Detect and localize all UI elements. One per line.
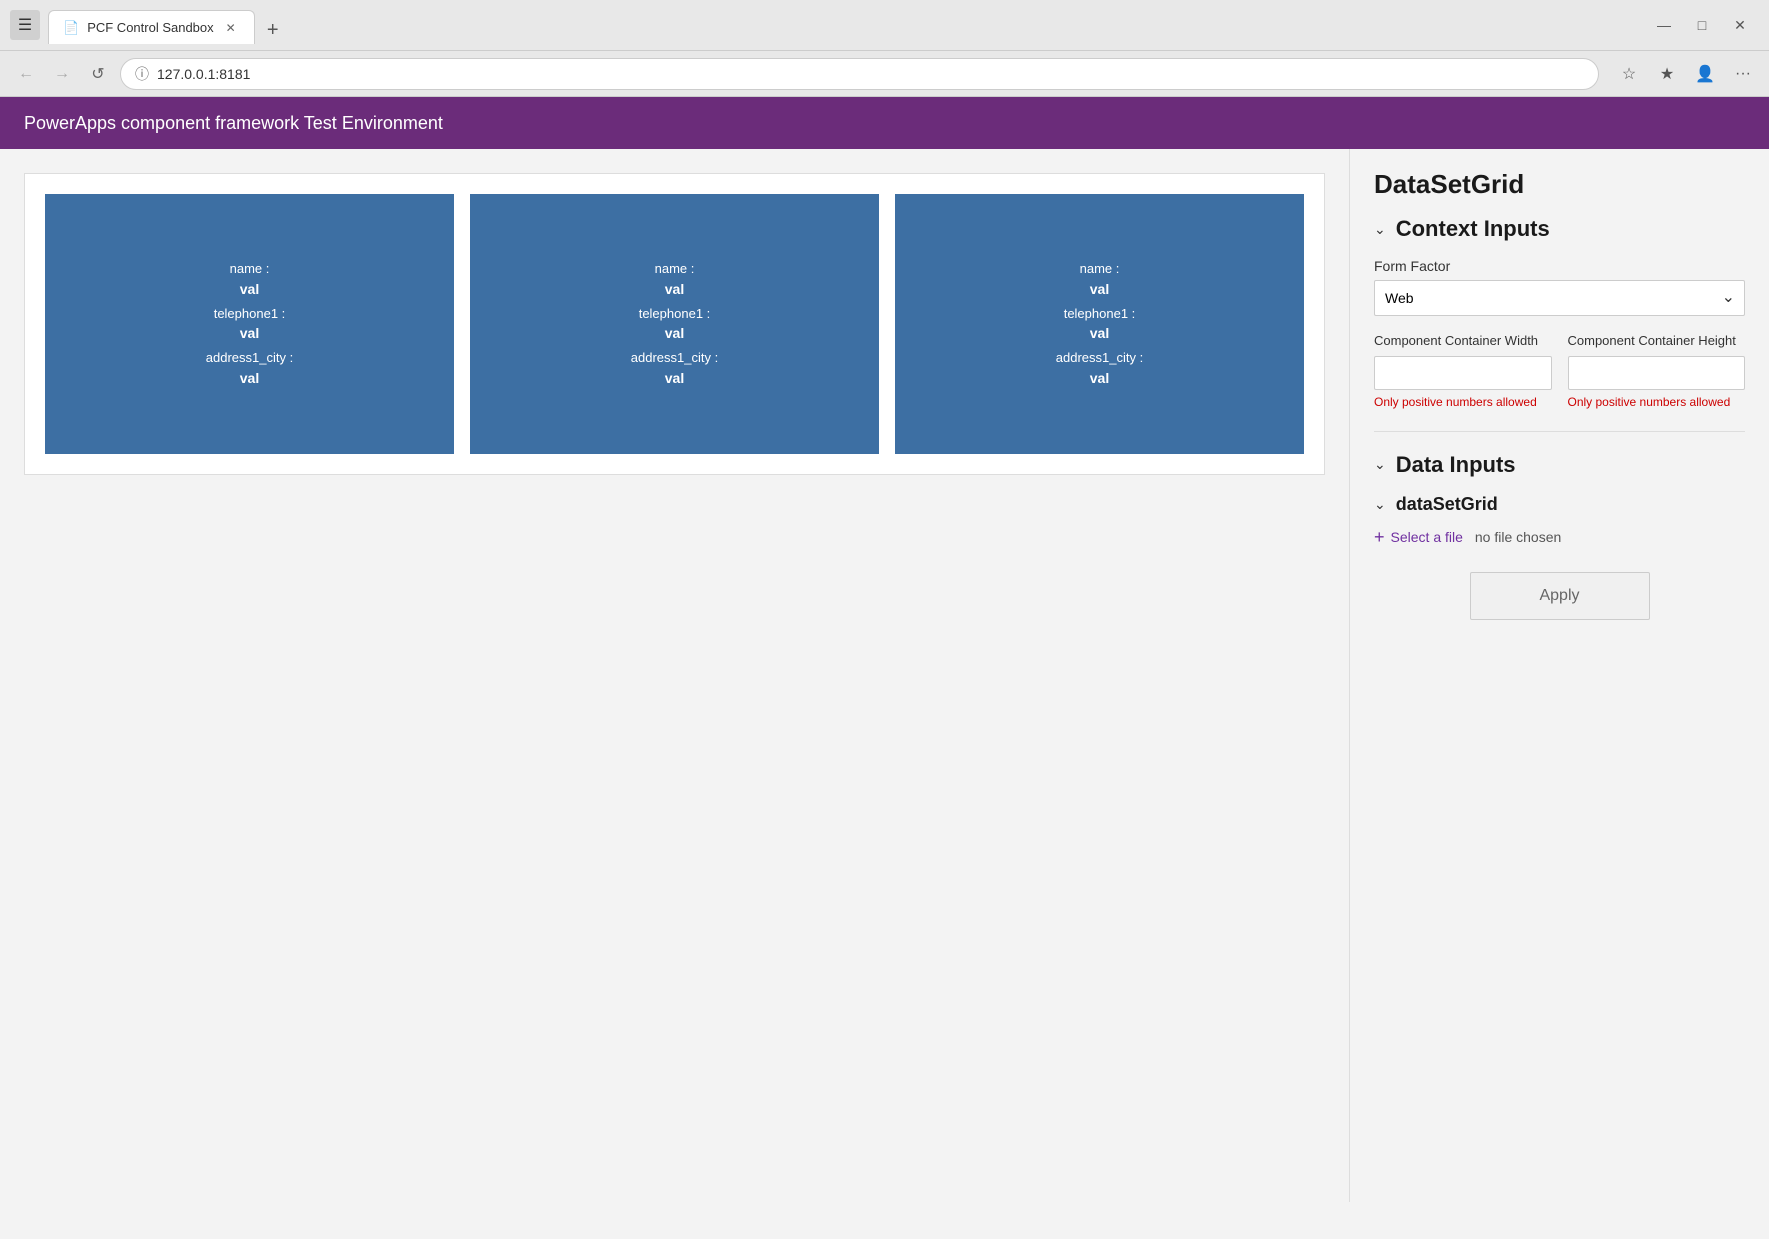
nav-bar: ← → ↺ ⓘ 127.0.0.1:8181 ☆ ★ 👤 ··· [0,51,1769,97]
component-container: name : val telephone1 : val address1_cit… [24,173,1325,475]
field-phone-label-3: telephone1 : [1064,304,1136,324]
container-height-label: Component Container Height [1568,332,1746,350]
dataset-label: dataSetGrid [1396,494,1498,515]
tab-label: PCF Control Sandbox [87,20,213,35]
field-phone-value-1: val [214,323,286,344]
new-tab-button[interactable]: + [259,16,287,44]
left-panel: name : val telephone1 : val address1_cit… [0,149,1349,1202]
favorites-icon[interactable]: ☆ [1615,60,1643,88]
field-name-label-1: name : [230,259,270,279]
field-name-label-3: name : [1080,259,1120,279]
panel-title: DataSetGrid [1374,169,1745,200]
context-inputs-title: Context Inputs [1396,216,1550,242]
field-phone-value-3: val [1064,323,1136,344]
field-city-label-2: address1_city : [631,348,718,368]
container-width-label: Component Container Width [1374,332,1552,350]
more-options-icon[interactable]: ··· [1729,60,1757,88]
field-city-value-3: val [1056,368,1143,389]
sidebar-toggle-button[interactable]: ☰ [10,10,40,40]
profile-icon[interactable]: 👤 [1691,60,1719,88]
field-city-value-1: val [206,368,293,389]
refresh-button[interactable]: ↺ [84,60,112,88]
dataset-chevron[interactable]: ⌄ [1374,496,1386,513]
data-card-3: name : val telephone1 : val address1_cit… [895,194,1304,454]
field-city-2: address1_city : val [631,348,718,389]
title-bar: ☰ 📄 PCF Control Sandbox ✕ + — □ ✕ [0,0,1769,50]
container-height-error: Only positive numbers allowed [1568,394,1746,411]
data-inputs-chevron[interactable]: ⌄ [1374,456,1386,473]
address-text: 127.0.0.1:8181 [157,66,1584,82]
forward-button[interactable]: → [48,60,76,88]
apply-button[interactable]: Apply [1470,572,1650,620]
form-factor-select-wrapper: Web Phone Tablet [1374,280,1745,316]
back-button[interactable]: ← [12,60,40,88]
collections-icon[interactable]: ★ [1653,60,1681,88]
field-phone-value-2: val [639,323,711,344]
field-phone-3: telephone1 : val [1064,304,1136,345]
field-city-label-3: address1_city : [1056,348,1143,368]
container-width-group: Component Container Width Only positive … [1374,332,1552,411]
maximize-button[interactable]: □ [1691,14,1713,36]
context-inputs-chevron[interactable]: ⌄ [1374,221,1386,238]
section-divider [1374,431,1745,432]
field-city-label-1: address1_city : [206,348,293,368]
container-height-input[interactable] [1568,356,1746,390]
field-name-value-1: val [230,279,270,300]
app-header-title: PowerApps component framework Test Envir… [24,113,443,134]
data-card-1: name : val telephone1 : val address1_cit… [45,194,454,454]
tab-close-button[interactable]: ✕ [222,20,240,36]
field-name-label-2: name : [655,259,695,279]
field-phone-1: telephone1 : val [214,304,286,345]
select-file-plus-icon: + [1374,527,1385,548]
field-name-3: name : val [1080,259,1120,300]
field-city-3: address1_city : val [1056,348,1143,389]
container-width-error: Only positive numbers allowed [1374,394,1552,411]
field-phone-label-2: telephone1 : [639,304,711,324]
field-name-value-3: val [1080,279,1120,300]
field-city-1: address1_city : val [206,348,293,389]
address-info-icon: ⓘ [135,64,149,84]
dataset-subsection-header: ⌄ dataSetGrid [1374,494,1745,515]
minimize-button[interactable]: — [1653,14,1675,36]
form-factor-select[interactable]: Web Phone Tablet [1374,280,1745,316]
select-file-button[interactable]: + Select a file [1374,527,1463,548]
field-name-value-2: val [655,279,695,300]
field-phone-label-1: telephone1 : [214,304,286,324]
field-name-2: name : val [655,259,695,300]
form-factor-label: Form Factor [1374,258,1745,274]
container-height-group: Component Container Height Only positive… [1568,332,1746,411]
field-name-1: name : val [230,259,270,300]
close-button[interactable]: ✕ [1729,14,1751,36]
file-none-text: no file chosen [1475,529,1561,545]
field-city-value-2: val [631,368,718,389]
select-file-label: Select a file [1391,529,1463,545]
file-select-row: + Select a file no file chosen [1374,527,1745,548]
container-dimensions-row: Component Container Width Only positive … [1374,332,1745,411]
address-bar[interactable]: ⓘ 127.0.0.1:8181 [120,58,1599,90]
app-header: PowerApps component framework Test Envir… [0,97,1769,149]
context-inputs-section-header: ⌄ Context Inputs [1374,216,1745,242]
data-card-2: name : val telephone1 : val address1_cit… [470,194,879,454]
form-factor-group: Form Factor Web Phone Tablet [1374,258,1745,316]
field-phone-2: telephone1 : val [639,304,711,345]
data-inputs-section-header: ⌄ Data Inputs [1374,452,1745,478]
data-inputs-title: Data Inputs [1396,452,1516,478]
sidebar-icon: ☰ [18,15,32,35]
container-width-input[interactable] [1374,356,1552,390]
tab-page-icon: 📄 [63,20,79,36]
right-panel: DataSetGrid ⌄ Context Inputs Form Factor… [1349,149,1769,1202]
browser-tab[interactable]: 📄 PCF Control Sandbox ✕ [48,10,255,44]
